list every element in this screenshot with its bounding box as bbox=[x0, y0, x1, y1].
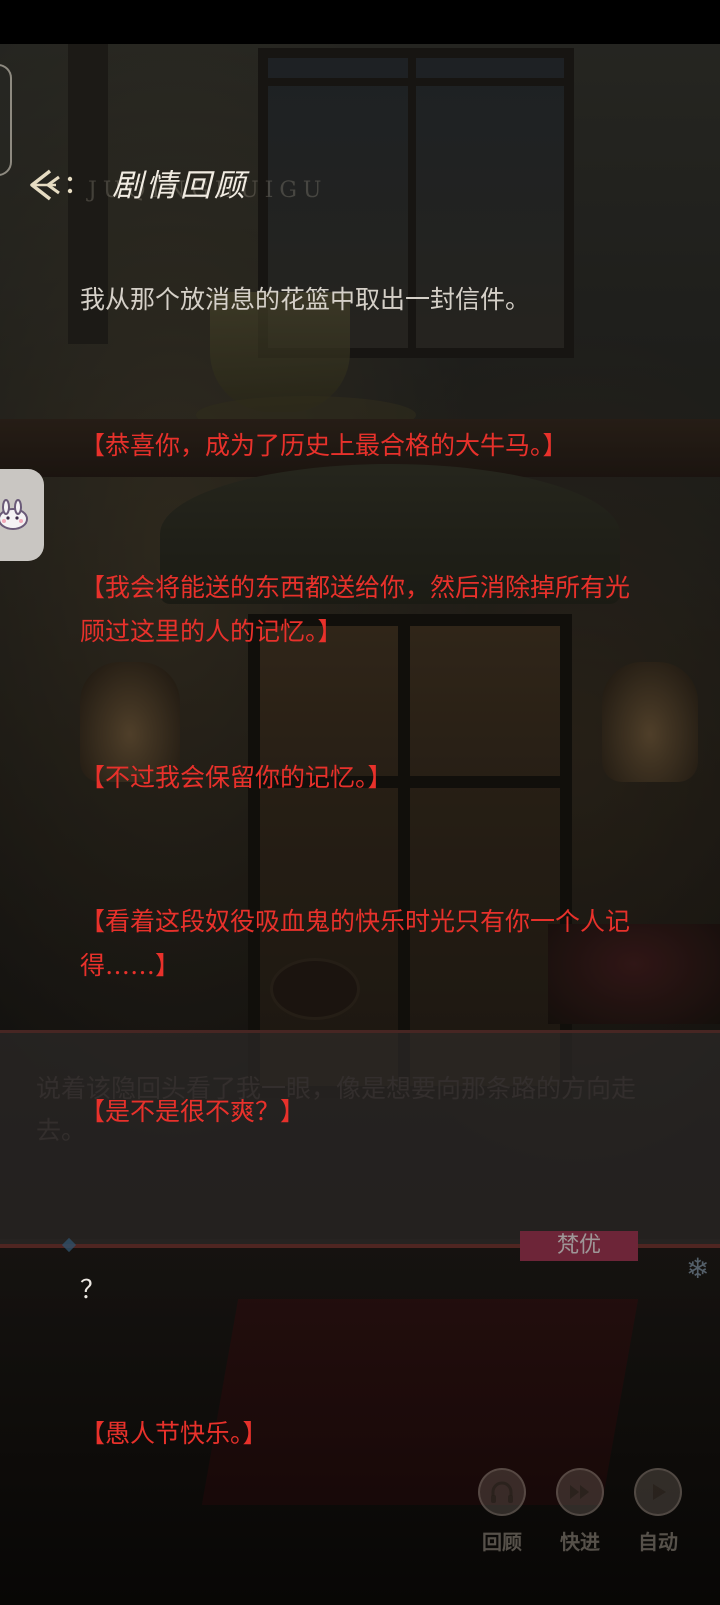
log-entry: 我从那个放消息的花篮中取出一封信件。 bbox=[80, 285, 531, 314]
side-tab[interactable] bbox=[0, 64, 12, 176]
log-entry: 【不过我会保留你的记忆。】 bbox=[80, 763, 393, 792]
headphones-icon bbox=[478, 1468, 526, 1516]
log-entry: ？ bbox=[80, 1275, 106, 1304]
log-entry: 【看着这段奴役吸血鬼的快乐时光只有你一个人记得……】 bbox=[80, 907, 631, 980]
page-title: 剧情回顾 bbox=[112, 168, 248, 204]
fast-forward-button[interactable]: 快进 bbox=[550, 1468, 610, 1555]
back-arrow-icon bbox=[30, 169, 73, 201]
log-entry: 【我会将能送的东西都送给你，然后消除掉所有光顾过这里的人的记忆。】 bbox=[80, 573, 631, 646]
bunny-sticker-icon bbox=[0, 499, 28, 530]
review-label: 回顾 bbox=[482, 1530, 522, 1554]
back-button[interactable] bbox=[26, 165, 78, 205]
auto-play-button[interactable]: 自动 bbox=[628, 1468, 688, 1555]
log-entry: 【愚人节快乐。】 bbox=[80, 1419, 268, 1448]
side-avatar-tab[interactable] bbox=[0, 469, 44, 561]
status-bar bbox=[0, 0, 720, 44]
auto-play-label: 自动 bbox=[638, 1530, 678, 1554]
log-entry: 【恭喜你，成为了历史上最合格的大牛马。】 bbox=[80, 431, 568, 460]
fast-forward-label: 快进 bbox=[560, 1530, 600, 1554]
play-icon bbox=[634, 1468, 682, 1516]
fast-forward-icon bbox=[556, 1468, 604, 1516]
review-button[interactable]: 回顾 bbox=[472, 1468, 532, 1555]
log-entry: 【是不是很不爽？】 bbox=[80, 1097, 306, 1126]
